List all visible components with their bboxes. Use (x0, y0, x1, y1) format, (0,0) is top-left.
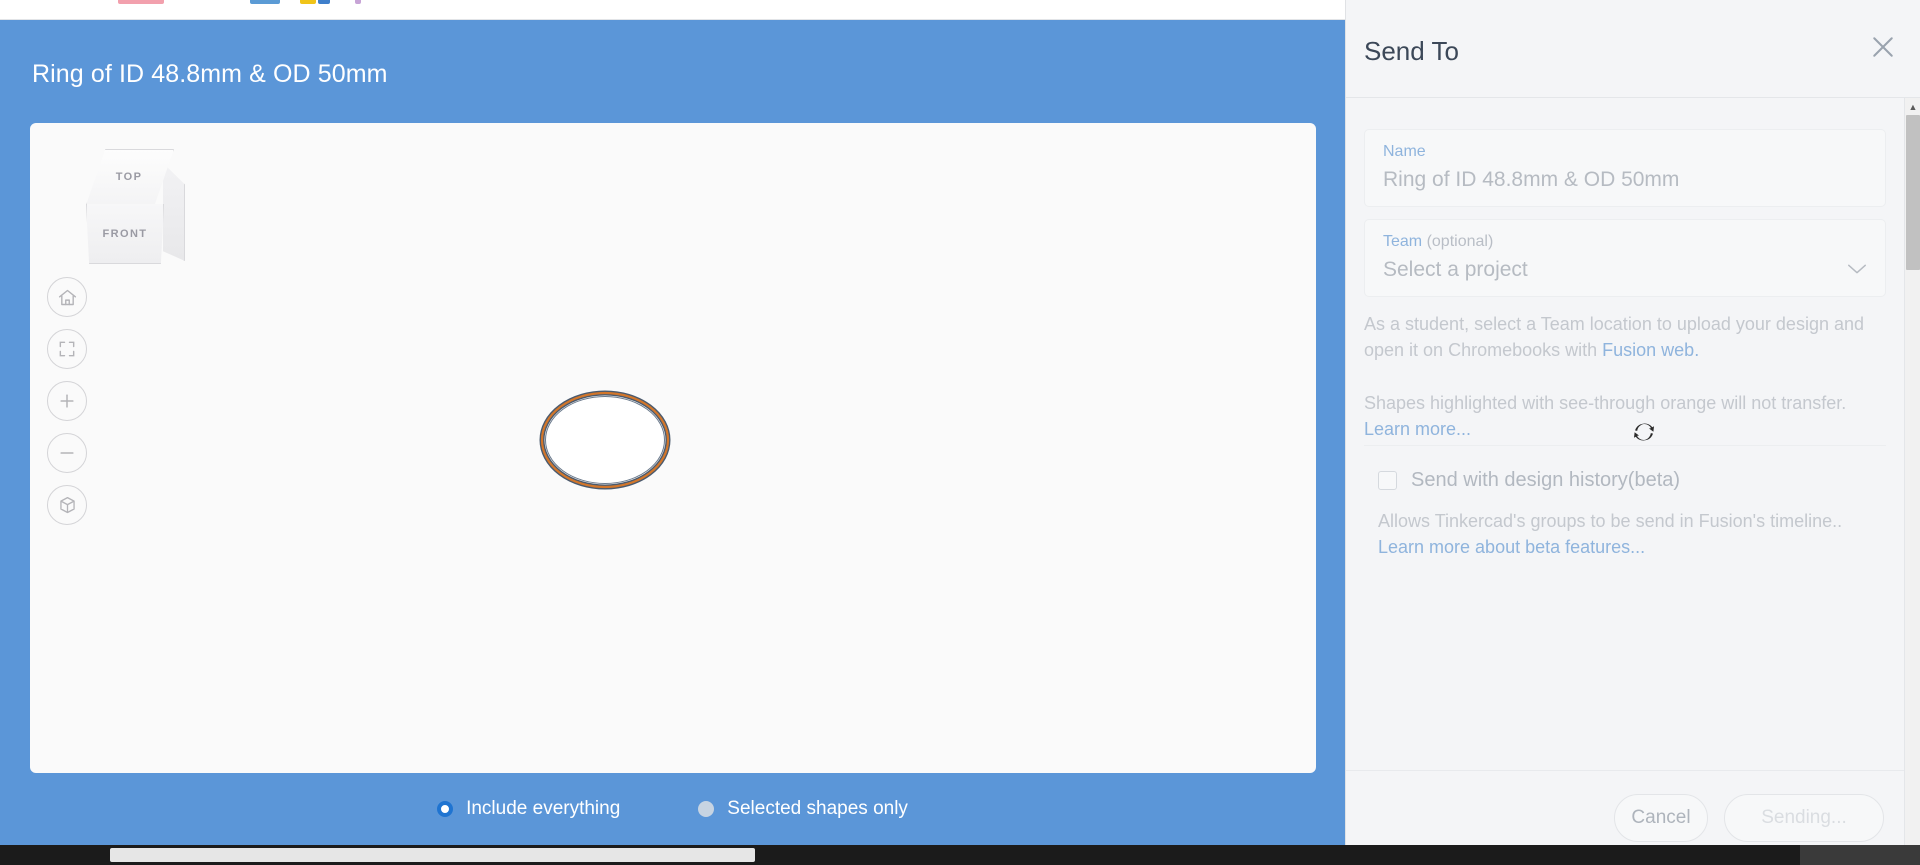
send-to-panel-header: Send To (1346, 0, 1920, 98)
background-swatch (250, 0, 280, 4)
zoom-out-button[interactable] (47, 433, 87, 473)
radio-selected-shapes-only-label: Selected shapes only (727, 797, 908, 819)
learn-more-link[interactable]: Learn more... (1364, 419, 1471, 439)
background-swatch (300, 0, 316, 4)
panel-scrollbar[interactable]: ▲ ▼ (1904, 98, 1920, 865)
zoom-in-button[interactable] (47, 381, 87, 421)
mouse-cursor-icon (1632, 420, 1656, 449)
beta-note-text: Allows Tinkercad's groups to be send in … (1378, 511, 1843, 531)
name-field[interactable]: Name Ring of ID 48.8mm & OD 50mm (1364, 129, 1886, 207)
send-to-panel-title: Send To (1364, 36, 1459, 66)
transfer-scope-radio-group: Include everything Selected shapes only (0, 772, 1345, 845)
background-page-sliver (0, 0, 1345, 20)
design-history-checkbox-label: Send with design history(beta) (1411, 469, 1681, 491)
view-toolbar (47, 277, 87, 537)
view-cube-top-label: TOP (115, 171, 143, 183)
os-horizontal-scrollbar[interactable] (0, 845, 1920, 865)
send-button: Sending... (1724, 794, 1884, 842)
design-history-section: Send with design history(beta) Allows Ti… (1364, 445, 1886, 557)
view-cube-top-face[interactable]: TOP (86, 149, 174, 205)
beta-note: Allows Tinkercad's groups to be send in … (1378, 509, 1878, 560)
radio-include-everything[interactable]: Include everything (437, 798, 620, 820)
os-scrollbar-thumb[interactable] (110, 848, 755, 862)
os-scrollbar-end (1800, 845, 1920, 865)
view-cube-front-label: FRONT (102, 227, 148, 240)
view-cube-front-face[interactable]: FRONT (86, 204, 164, 264)
view-cube[interactable]: TOP FRONT (78, 149, 193, 264)
background-swatch (318, 0, 330, 4)
close-button[interactable] (1864, 30, 1902, 68)
radio-include-everything-indicator[interactable] (437, 800, 454, 817)
beta-features-link[interactable]: Learn more about beta features... (1378, 537, 1645, 557)
cancel-button[interactable]: Cancel (1614, 794, 1708, 842)
design-history-checkbox[interactable] (1378, 471, 1397, 490)
team-field-label-text: Team (1383, 233, 1423, 250)
fit-view-button[interactable] (47, 329, 87, 369)
team-field[interactable]: Team (optional) Select a project (1364, 219, 1886, 297)
team-field-label: Team (optional) (1383, 233, 1493, 251)
background-swatch (118, 0, 164, 4)
radio-selected-shapes-only[interactable]: Selected shapes only (698, 798, 908, 820)
scrollbar-thumb[interactable] (1906, 115, 1920, 270)
ortho-view-icon (57, 495, 78, 516)
name-field-label: Name (1383, 143, 1426, 160)
radio-include-everything-label: Include everything (466, 797, 621, 819)
student-team-note: As a student, select a Team location to … (1364, 312, 1892, 363)
dialog-title: Ring of ID 48.8mm & OD 50mm (32, 60, 388, 88)
ortho-view-button[interactable] (47, 485, 87, 525)
name-input[interactable]: Ring of ID 48.8mm & OD 50mm (1383, 168, 1679, 192)
home-view-button[interactable] (47, 277, 87, 317)
zoom-out-icon (57, 443, 77, 463)
radio-selected-shapes-only-indicator[interactable] (698, 800, 715, 817)
view-cube-side-face[interactable] (163, 163, 185, 261)
design-history-checkbox-row[interactable]: Send with design history(beta) (1378, 469, 1680, 492)
zoom-in-icon (57, 391, 77, 411)
background-swatch (355, 0, 361, 4)
home-icon (57, 287, 78, 308)
scroll-up-arrow-icon[interactable]: ▲ (1905, 98, 1920, 115)
send-to-preview-dialog: Ring of ID 48.8mm & OD 50mm TOP FRONT In… (0, 20, 1345, 845)
team-select-value[interactable]: Select a project (1383, 258, 1528, 282)
model-preview-canvas[interactable]: TOP FRONT (30, 123, 1316, 773)
fit-view-icon (57, 339, 77, 359)
close-icon (1868, 32, 1898, 67)
send-to-panel-body: Name Ring of ID 48.8mm & OD 50mm Team (o… (1346, 98, 1904, 865)
fusion-web-link[interactable]: Fusion web. (1602, 340, 1699, 360)
team-field-optional-text: (optional) (1422, 233, 1494, 250)
orange-shapes-note-text: Shapes highlighted with see-through oran… (1364, 393, 1847, 413)
ring-model-preview[interactable] (535, 388, 675, 493)
orange-shapes-note: Shapes highlighted with see-through oran… (1364, 391, 1892, 442)
screen-root: Ring of ID 48.8mm & OD 50mm TOP FRONT In… (0, 0, 1920, 865)
chevron-down-icon[interactable] (1846, 262, 1868, 281)
